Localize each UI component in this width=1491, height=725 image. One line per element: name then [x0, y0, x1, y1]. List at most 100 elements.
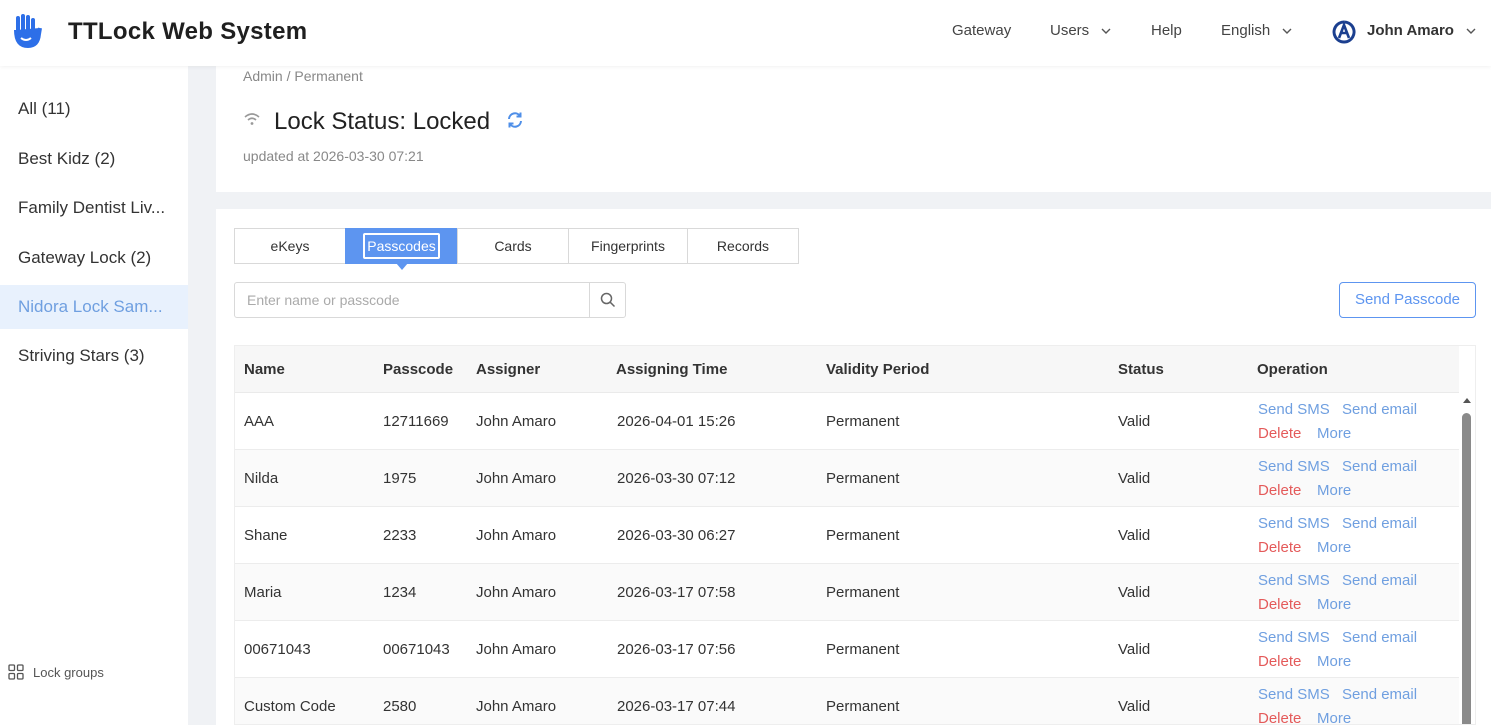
cell-validity: Permanent	[826, 470, 900, 487]
cell-passcode: 1975	[383, 470, 417, 487]
cell-validity: Permanent	[826, 641, 900, 658]
refresh-icon[interactable]	[505, 110, 525, 130]
delete-link[interactable]: Delete	[1258, 710, 1301, 724]
table-scrollbar[interactable]	[1459, 393, 1475, 724]
cell-name: 00671043	[244, 641, 311, 658]
language-menu[interactable]: English	[1221, 22, 1292, 39]
table-row: Custom Code 2580 John Amaro 2026-03-17 0…	[235, 678, 1459, 724]
delete-link[interactable]: Delete	[1258, 425, 1301, 442]
cell-validity: Permanent	[826, 698, 900, 715]
cell-name: AAA	[244, 413, 275, 430]
search-button[interactable]	[589, 283, 625, 317]
tab-cards[interactable]: Cards	[457, 228, 569, 264]
column-header-assigning-time[interactable]: Assigning Time	[616, 361, 727, 378]
cell-status: Valid	[1118, 470, 1151, 487]
tab-ekeys[interactable]: eKeys	[234, 228, 346, 264]
more-link[interactable]: More	[1317, 710, 1351, 724]
send-passcode-button[interactable]: Send Passcode	[1339, 282, 1476, 318]
scroll-up-arrow-icon[interactable]	[1463, 398, 1471, 403]
cell-status: Valid	[1118, 698, 1151, 715]
more-link[interactable]: More	[1317, 653, 1351, 670]
cell-status: Valid	[1118, 413, 1151, 430]
column-header-passcode[interactable]: Passcode	[383, 361, 453, 378]
cell-assigner: John Amaro	[476, 527, 557, 544]
cell-time: 2026-03-17 07:44	[617, 698, 736, 715]
delete-link[interactable]: Delete	[1258, 653, 1301, 670]
lock-groups-label: Lock groups	[33, 664, 104, 680]
scroll-thumb[interactable]	[1462, 413, 1471, 724]
table-row: AAA 12711669 John Amaro 2026-04-01 15:26…	[235, 393, 1459, 450]
more-link[interactable]: More	[1317, 425, 1351, 442]
cell-name: Nilda	[244, 470, 279, 487]
cell-status: Valid	[1118, 527, 1151, 544]
nav-help[interactable]: Help	[1151, 22, 1182, 39]
delete-link[interactable]: Delete	[1258, 539, 1301, 556]
send-sms-link[interactable]: Send SMS	[1258, 686, 1330, 703]
cell-time: 2026-04-01 15:26	[617, 413, 736, 430]
table-row: Shane 2233 John Amaro 2026-03-30 06:27 P…	[235, 507, 1459, 564]
user-menu[interactable]: John Amaro	[1367, 22, 1476, 39]
send-email-link[interactable]: Send email	[1342, 401, 1417, 418]
send-sms-link[interactable]: Send SMS	[1258, 401, 1330, 418]
cell-assigner: John Amaro	[476, 698, 557, 715]
column-header-validity[interactable]: Validity Period	[826, 361, 929, 378]
sidebar-item-best-kidz[interactable]: Best Kidz (2)	[0, 137, 188, 181]
cell-name: Shane	[244, 527, 288, 544]
sidebar-item-striving-stars[interactable]: Striving Stars (3)	[0, 334, 188, 378]
delete-link[interactable]: Delete	[1258, 482, 1301, 499]
cell-validity: Permanent	[826, 413, 900, 430]
tab-label: Passcodes	[363, 233, 440, 259]
chevron-down-icon	[1101, 28, 1111, 35]
tab-passcodes[interactable]: Passcodes	[345, 228, 458, 270]
cell-validity: Permanent	[826, 527, 900, 544]
sidebar-item-nidora-lock[interactable]: Nidora Lock Sam...	[0, 285, 188, 329]
tab-label: Cards	[494, 238, 532, 254]
lock-groups-button[interactable]: Lock groups	[8, 664, 104, 680]
send-sms-link[interactable]: Send SMS	[1258, 629, 1330, 646]
column-header-assigner[interactable]: Assigner	[476, 361, 540, 378]
search-input[interactable]	[235, 283, 589, 317]
updated-timestamp: updated at 2026-03-30 07:21	[243, 148, 424, 164]
send-email-link[interactable]: Send email	[1342, 458, 1417, 475]
column-header-name[interactable]: Name	[244, 361, 285, 378]
more-link[interactable]: More	[1317, 482, 1351, 499]
search-box	[234, 282, 626, 318]
send-sms-link[interactable]: Send SMS	[1258, 458, 1330, 475]
app-title: TTLock Web System	[68, 18, 308, 45]
more-link[interactable]: More	[1317, 539, 1351, 556]
nav-gateway[interactable]: Gateway	[952, 22, 1011, 39]
sidebar-item-gateway-lock[interactable]: Gateway Lock (2)	[0, 236, 188, 280]
cell-time: 2026-03-30 07:12	[617, 470, 736, 487]
more-link[interactable]: More	[1317, 596, 1351, 613]
send-sms-link[interactable]: Send SMS	[1258, 515, 1330, 532]
nav-users-label: Users	[1050, 22, 1090, 39]
tab-label: eKeys	[270, 238, 310, 254]
tab-label: Records	[716, 238, 770, 254]
tab-fingerprints[interactable]: Fingerprints	[568, 228, 688, 264]
send-sms-link[interactable]: Send SMS	[1258, 572, 1330, 589]
tab-records[interactable]: Records	[687, 228, 799, 264]
search-icon	[600, 292, 615, 308]
cell-passcode: 12711669	[383, 413, 449, 430]
language-label: English	[1221, 22, 1271, 39]
cell-name: Custom Code	[244, 698, 336, 715]
delete-link[interactable]: Delete	[1258, 596, 1301, 613]
cell-assigner: John Amaro	[476, 584, 557, 601]
send-email-link[interactable]: Send email	[1342, 572, 1417, 589]
send-email-link[interactable]: Send email	[1342, 686, 1417, 703]
cell-passcode: 00671043	[383, 641, 450, 658]
column-header-status[interactable]: Status	[1118, 361, 1164, 378]
send-email-link[interactable]: Send email	[1342, 629, 1417, 646]
top-header: TTLock Web System Gateway Users Help Eng…	[0, 0, 1491, 66]
table-row: 00671043 00671043 John Amaro 2026-03-17 …	[235, 621, 1459, 678]
nav-users-menu[interactable]: Users	[1050, 22, 1111, 39]
hand-logo-icon[interactable]	[12, 14, 42, 50]
send-email-link[interactable]: Send email	[1342, 515, 1417, 532]
cell-status: Valid	[1118, 641, 1151, 658]
cell-passcode: 2580	[383, 698, 417, 715]
avatar[interactable]	[1332, 20, 1356, 44]
sidebar-item-family-dentist[interactable]: Family Dentist Liv...	[0, 186, 188, 230]
cell-assigner: John Amaro	[476, 413, 557, 430]
lock-status-card: Admin / Permanent Lock Status: Locked up…	[216, 66, 1491, 192]
sidebar-item-all[interactable]: All (11)	[0, 87, 188, 131]
